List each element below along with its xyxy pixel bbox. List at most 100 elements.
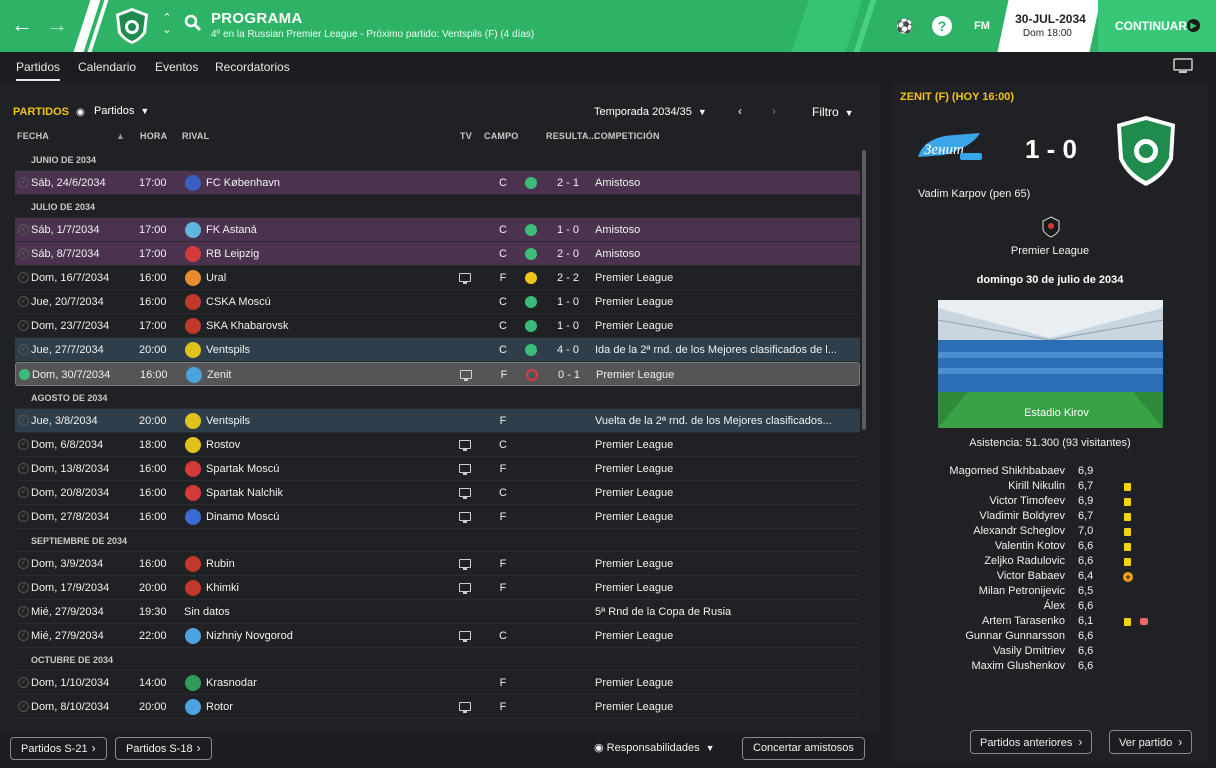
u21-matches-button[interactable]: Partidos S-21 › [10, 737, 107, 760]
responsibilities-button[interactable]: ◉ Responsabilidades ▼ [594, 741, 715, 754]
help-icon[interactable]: ? [932, 16, 952, 36]
fixture-opponent[interactable]: Dinamo Moscú [206, 511, 279, 523]
fixture-opponent[interactable]: Ventspils [206, 415, 250, 427]
table-row[interactable]: ✓ Mié, 27/9/2034 22:00 Nizhniy Novgorod C Pre… [15, 624, 860, 648]
opponent-badge-icon[interactable] [185, 246, 201, 262]
opponent-badge-icon[interactable] [185, 556, 201, 572]
zenit-logo-icon[interactable]: Зенит [914, 127, 990, 167]
player-row[interactable]: Zeljko Radulovic 6,6 [892, 555, 1208, 570]
fixture-opponent[interactable]: SKA Khabarovsk [206, 320, 289, 332]
player-name[interactable]: Zeljko Radulovic [984, 555, 1065, 567]
scrollbar[interactable] [862, 150, 866, 430]
table-row[interactable]: ✓ Dom, 23/7/2034 17:00 SKA Khabarovsk C 1 - 0… [15, 314, 860, 338]
club-badge-icon[interactable] [1115, 115, 1177, 187]
opponent-badge-icon[interactable] [185, 175, 201, 191]
opponent-badge-icon[interactable] [186, 367, 202, 383]
team-switch-icon[interactable]: ⌃ ⌄ [161, 12, 173, 36]
player-name[interactable]: Alexandr Scheglov [973, 525, 1065, 537]
continue-button[interactable]: CONTINUAR ▶ [1098, 0, 1216, 52]
tab-eventos[interactable]: Eventos [155, 60, 198, 74]
player-row[interactable]: Valentin Kotov 6,6 [892, 540, 1208, 555]
game-date[interactable]: 30-JUL-2034 Dom 18:00 [997, 0, 1101, 52]
player-name[interactable]: Victor Babaev [997, 570, 1065, 582]
player-name[interactable]: Artem Tarasenko [982, 615, 1065, 627]
col-tv[interactable]: TV [460, 131, 472, 141]
tab-partidos[interactable]: Partidos [16, 60, 61, 81]
player-row[interactable]: Vasily Dmitriev 6,6 [892, 645, 1208, 660]
col-campo[interactable]: CAMPO [484, 131, 519, 141]
tab-calendario[interactable]: Calendario [78, 60, 136, 74]
table-row[interactable]: ✓ Dom, 1/10/2034 14:00 Krasnodar F Premier Le… [15, 671, 860, 695]
opponent-badge-icon[interactable] [185, 485, 201, 501]
col-hora[interactable]: HORA [140, 131, 167, 141]
table-row[interactable]: ✓ Sáb, 24/6/2034 17:00 FC København C 2 - 1 Am… [15, 171, 860, 195]
opponent-badge-icon[interactable] [185, 699, 201, 715]
player-name[interactable]: Magomed Shikhbabaev [949, 465, 1065, 477]
opponent-badge-icon[interactable] [185, 222, 201, 238]
next-season-icon[interactable]: › [772, 104, 776, 118]
opponent-badge-icon[interactable] [185, 342, 201, 358]
season-select[interactable]: Temporada 2034/35 ▼ [594, 106, 707, 118]
col-rival[interactable]: RIVAL [182, 131, 209, 141]
opponent-badge-icon[interactable] [185, 675, 201, 691]
table-row[interactable]: ✓ Jue, 27/7/2034 20:00 Ventspils C 4 - 0 Ida d… [15, 338, 860, 362]
player-row[interactable]: Magomed Shikhbabaev 6,9 [892, 465, 1208, 480]
fixture-opponent[interactable]: RB Leipzig [206, 248, 259, 260]
view-match-button[interactable]: Ver partido › [1109, 730, 1193, 754]
opponent-badge-icon[interactable] [185, 413, 201, 429]
view-select[interactable]: Partidos ▼ [94, 105, 149, 117]
fixture-opponent[interactable]: Khimki [206, 582, 239, 594]
back-arrow-icon[interactable]: ← [9, 12, 35, 38]
table-row[interactable]: ✓ Dom, 16/7/2034 16:00 Ural F 2 - 2 Premier Le… [15, 266, 860, 290]
player-row[interactable]: Victor Timofeev 6,9 [892, 495, 1208, 510]
fixture-opponent[interactable]: FC København [206, 177, 280, 189]
table-row[interactable]: ✓ Dom, 3/9/2034 16:00 Rubin F Premier League [15, 552, 860, 576]
table-row[interactable]: ✓ Dom, 8/10/2034 20:00 Rotor F Premier League [15, 695, 860, 719]
fixture-opponent[interactable]: Rubin [206, 558, 235, 570]
table-row[interactable]: ✓ Jue, 3/8/2034 20:00 Ventspils F Vuelta de l… [15, 409, 860, 433]
player-row[interactable]: Milan Petronijevic 6,5 [892, 585, 1208, 600]
player-name[interactable]: Vladimir Boldyrev [979, 510, 1065, 522]
opponent-badge-icon[interactable] [185, 294, 201, 310]
opponent-badge-icon[interactable] [185, 461, 201, 477]
fixture-opponent[interactable]: CSKA Moscú [206, 296, 271, 308]
tab-recordatorios[interactable]: Recordatorios [215, 60, 290, 74]
table-row[interactable]: ✓ Sáb, 1/7/2034 17:00 FK Astaná C 1 - 0 Amisto… [15, 218, 860, 242]
player-name[interactable]: Vasily Dmitriev [993, 645, 1065, 657]
player-row[interactable]: Victor Babaev 6,4 + [892, 570, 1208, 585]
forward-arrow-icon[interactable]: → [44, 12, 70, 38]
player-row[interactable]: Kirill Nikulin 6,7 [892, 480, 1208, 495]
sort-asc-icon[interactable]: ▲ [116, 131, 125, 141]
player-name[interactable]: Maxim Glushenkov [971, 660, 1065, 672]
monitor-icon[interactable] [1173, 58, 1193, 74]
opponent-badge-icon[interactable] [185, 270, 201, 286]
football-icon[interactable]: ⚽ [894, 15, 916, 37]
col-fecha[interactable]: FECHA [17, 131, 49, 141]
fixture-opponent[interactable]: Zenit [207, 369, 231, 381]
opponent-badge-icon[interactable] [185, 318, 201, 334]
u18-matches-button[interactable]: Partidos S-18 › [115, 737, 212, 760]
table-row[interactable]: ✓ Sáb, 8/7/2034 17:00 RB Leipzig C 2 - 0 Amist… [15, 242, 860, 266]
player-row[interactable]: Gunnar Gunnarsson 6,6 [892, 630, 1208, 645]
fixture-opponent[interactable]: Spartak Moscú [206, 463, 279, 475]
player-name[interactable]: Valentin Kotov [995, 540, 1065, 552]
player-row[interactable]: Maxim Glushenkov 6,6 [892, 660, 1208, 675]
prev-season-icon[interactable]: ‹ [738, 104, 742, 118]
player-row[interactable]: Alexandr Scheglov 7,0 [892, 525, 1208, 540]
col-competicion[interactable]: COMPETICIÓN [594, 131, 660, 141]
fixture-opponent[interactable]: Spartak Nalchik [206, 487, 283, 499]
previous-matches-button[interactable]: Partidos anteriores › [970, 730, 1093, 754]
table-row[interactable]: Dom, 30/7/2034 16:00 Zenit F 0 - 1 Premier Le… [15, 362, 860, 386]
col-resultado[interactable]: RESULTA... [546, 131, 597, 141]
table-row[interactable]: ✓ Jue, 20/7/2034 16:00 CSKA Moscú C 1 - 0 Prem… [15, 290, 860, 314]
table-row[interactable]: ✓ Dom, 6/8/2034 18:00 Rostov C Premier League [15, 433, 860, 457]
fixture-opponent[interactable]: FK Astaná [206, 224, 257, 236]
player-name[interactable]: Gunnar Gunnarsson [965, 630, 1065, 642]
table-row[interactable]: ✓ Dom, 13/8/2034 16:00 Spartak Moscú F Premie… [15, 457, 860, 481]
fixture-opponent[interactable]: Rotor [206, 701, 233, 713]
table-row[interactable]: ✓ Dom, 20/8/2034 16:00 Spartak Nalchik C Prem… [15, 481, 860, 505]
player-name[interactable]: Victor Timofeev [989, 495, 1065, 507]
opponent-badge-icon[interactable] [185, 437, 201, 453]
player-row[interactable]: Vladimir Boldyrev 6,7 [892, 510, 1208, 525]
fm-menu-icon[interactable]: FM [968, 15, 996, 37]
